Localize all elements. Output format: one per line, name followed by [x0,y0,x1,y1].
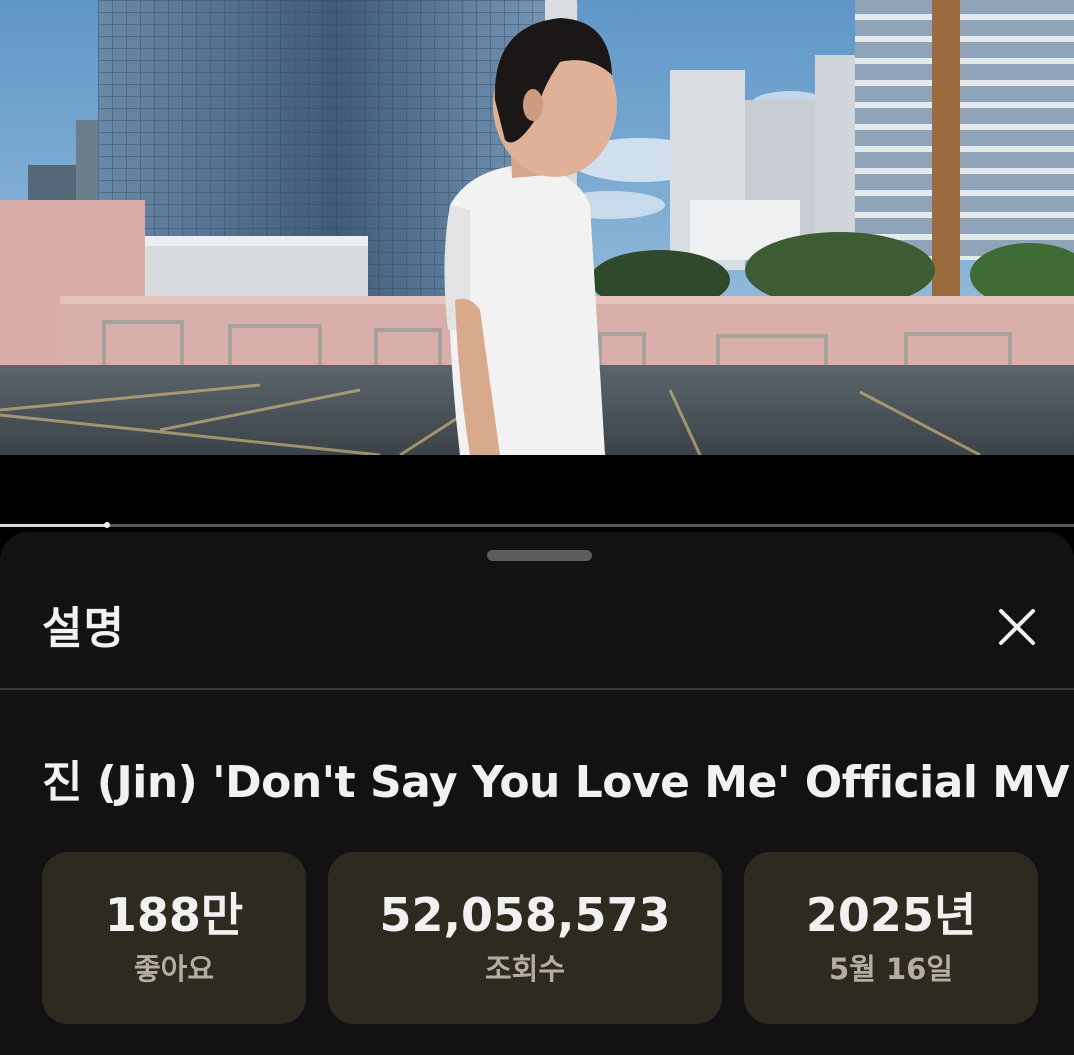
likes-count: 188만 [104,888,244,942]
views-count: 52,058,573 [379,888,671,942]
close-icon [999,609,1035,645]
video-title: 진 (Jin) 'Don't Say You Love Me' Official… [42,757,1070,808]
description-sheet: 설명 진 (Jin) 'Don't Say You Love Me' Offic… [0,532,1074,1055]
likes-label: 좋아요 [133,952,215,986]
views-stat-card: 52,058,573 조회수 [328,852,722,1024]
publish-date-stat-card: 2025년 5월 16일 [744,852,1038,1024]
sheet-drag-handle[interactable] [487,550,592,561]
publish-year: 2025년 [805,888,977,942]
seek-bar-progress [0,524,108,527]
sheet-divider [0,688,1074,690]
sheet-title: 설명 [42,603,125,654]
views-label: 조회수 [484,952,566,986]
video-letterbox [0,455,1074,525]
publish-month-day: 5월 16일 [829,952,953,986]
close-button[interactable] [990,600,1044,654]
video-player[interactable] [0,0,1074,455]
seek-bar[interactable] [0,522,1074,528]
seek-bar-thumb[interactable] [104,522,111,528]
app-screen: 설명 진 (Jin) 'Don't Say You Love Me' Offic… [0,0,1074,1055]
likes-stat-card: 188만 좋아요 [42,852,306,1024]
video-frame-image [0,0,1074,455]
